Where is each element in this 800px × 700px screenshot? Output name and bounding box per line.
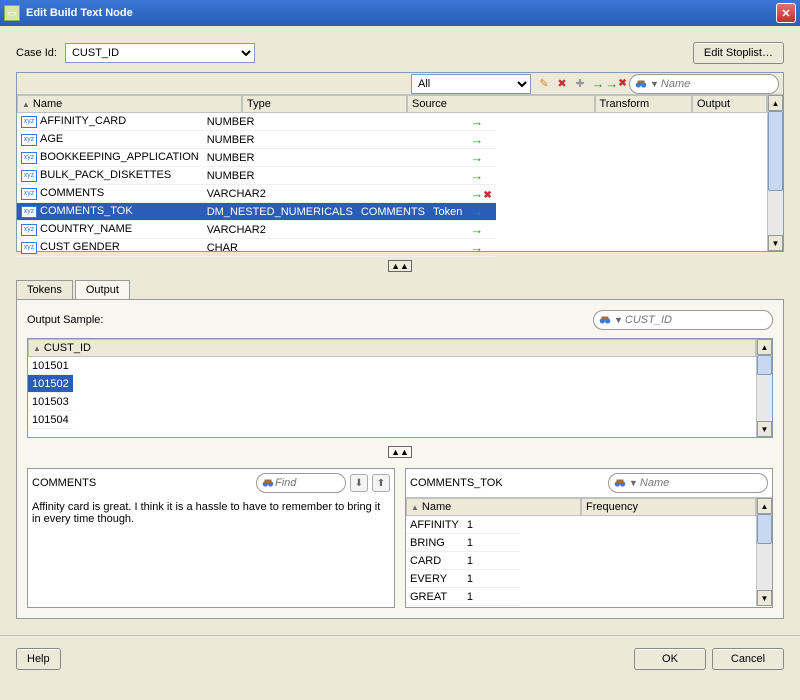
column-icon: xyz — [21, 170, 37, 182]
col-source[interactable]: Source — [407, 95, 595, 113]
scrollbar-track[interactable] — [768, 111, 783, 235]
column-icon: xyz — [21, 134, 37, 146]
include-icon[interactable]: → — [589, 75, 607, 93]
close-icon[interactable]: ✕ — [776, 3, 796, 23]
scrollbar-thumb[interactable] — [768, 111, 783, 191]
column-icon: xyz — [21, 188, 37, 200]
scrollbar-track[interactable] — [757, 514, 772, 590]
table-row[interactable]: xyzCUST GENDERCHAR→ — [17, 239, 496, 257]
table-row[interactable]: xyzAGENUMBER→ — [17, 131, 496, 149]
col-transform[interactable]: Transform — [595, 95, 693, 113]
find-input[interactable] — [275, 477, 341, 489]
find-prev-icon[interactable]: ⬆ — [372, 474, 390, 492]
scroll-down-icon[interactable]: ▼ — [768, 235, 783, 251]
table-row[interactable]: xyzCOMMENTS_TOKDM_NESTED_NUMERICALSCOMME… — [17, 203, 496, 221]
output-search-input[interactable] — [625, 314, 768, 326]
list-item[interactable]: 101504 — [28, 411, 73, 429]
binoculars-icon — [634, 77, 648, 91]
find-next-icon[interactable]: ⬇ — [350, 474, 368, 492]
column-icon: xyz — [21, 152, 37, 164]
scroll-up-icon[interactable]: ▲ — [757, 498, 772, 514]
scroll-down-icon[interactable]: ▼ — [757, 421, 772, 437]
sort-icon[interactable]: ▲ — [22, 100, 30, 109]
scroll-down-icon[interactable]: ▼ — [757, 590, 772, 606]
window-title: Edit Build Text Node — [26, 7, 776, 19]
scrollbar-thumb[interactable] — [757, 355, 772, 375]
binoculars-icon — [598, 313, 612, 327]
col-custid[interactable]: CUST_ID — [44, 342, 91, 354]
exclude-icon[interactable]: →✖ — [607, 75, 625, 93]
titlebar: ▭ Edit Build Text Node ✕ — [0, 0, 800, 26]
grid-search[interactable]: ▼ — [629, 74, 779, 94]
edit-stoplist-button[interactable]: Edit Stoplist… — [693, 42, 784, 64]
binoculars-icon — [613, 476, 627, 490]
sort-icon[interactable]: ▲ — [411, 503, 419, 512]
tokens-title: COMMENTS_TOK — [410, 477, 503, 489]
case-id-label: Case Id: — [16, 47, 57, 59]
help-button[interactable]: Help — [16, 648, 61, 670]
table-row[interactable]: xyzAFFINITY_CARDNUMBER→ — [17, 113, 496, 131]
table-row[interactable]: GREAT1 — [406, 588, 520, 606]
scroll-up-icon[interactable]: ▲ — [757, 339, 772, 355]
table-row[interactable]: xyzCOMMENTSVARCHAR2→✖ — [17, 185, 496, 203]
expand-toggle-icon[interactable]: ▲▲ — [388, 260, 412, 272]
app-icon: ▭ — [4, 5, 20, 21]
table-row[interactable]: AFFINITY1 — [406, 516, 520, 534]
output-sample-label: Output Sample: — [27, 314, 103, 326]
pencil-icon[interactable]: ✎ — [535, 75, 553, 93]
col-output[interactable]: Output — [692, 95, 767, 113]
chevron-down-icon: ▼ — [629, 478, 638, 488]
column-icon: xyz — [21, 116, 37, 128]
table-row[interactable]: xyzBULK_PACK_DISKETTESNUMBER→ — [17, 167, 496, 185]
expand-toggle-icon[interactable]: ▲▲ — [388, 446, 412, 458]
sort-icon[interactable]: ▲ — [33, 344, 41, 353]
scroll-up-icon[interactable]: ▲ — [768, 95, 783, 111]
find-box[interactable] — [256, 473, 346, 493]
add-icon[interactable]: ✚ — [571, 75, 589, 93]
chevron-down-icon: ▼ — [614, 315, 623, 325]
chevron-down-icon: ▼ — [650, 79, 659, 89]
table-row[interactable]: EVERY1 — [406, 570, 520, 588]
list-item[interactable]: 101501 — [28, 357, 73, 375]
tok-col-freq[interactable]: Frequency — [581, 498, 756, 516]
ok-button[interactable]: OK — [634, 648, 706, 670]
list-item[interactable]: 101502 — [28, 375, 73, 393]
table-row[interactable]: CARD1 — [406, 552, 520, 570]
col-name[interactable]: Name — [33, 98, 62, 110]
tokens-search[interactable]: ▼ — [608, 473, 768, 493]
column-icon: xyz — [21, 206, 37, 218]
tab-tokens[interactable]: Tokens — [16, 280, 73, 299]
filter-select[interactable]: All — [411, 74, 531, 94]
cancel-button[interactable]: Cancel — [712, 648, 784, 670]
comments-title: COMMENTS — [32, 477, 96, 489]
table-row[interactable]: xyzCOUNTRY_NAMEVARCHAR2→ — [17, 221, 496, 239]
table-row[interactable]: BRING1 — [406, 534, 520, 552]
binoculars-icon — [261, 476, 275, 490]
grid-search-input[interactable] — [661, 78, 774, 90]
output-search[interactable]: ▼ — [593, 310, 773, 330]
column-icon: xyz — [21, 242, 37, 254]
scrollbar-thumb[interactable] — [757, 514, 772, 544]
delete-icon[interactable]: ✖ — [553, 75, 571, 93]
table-row[interactable]: xyzBOOKKEEPING_APPLICATIONNUMBER→ — [17, 149, 496, 167]
list-item[interactable]: 101503 — [28, 393, 73, 411]
tok-col-name[interactable]: Name — [422, 501, 451, 513]
case-id-select[interactable]: CUST_ID — [65, 43, 255, 63]
col-type[interactable]: Type — [242, 95, 407, 113]
comments-text: Affinity card is great. I think it is a … — [28, 497, 394, 607]
tab-output[interactable]: Output — [75, 280, 130, 299]
scrollbar-track[interactable] — [757, 355, 772, 421]
column-icon: xyz — [21, 224, 37, 236]
tokens-search-input[interactable] — [640, 477, 763, 489]
